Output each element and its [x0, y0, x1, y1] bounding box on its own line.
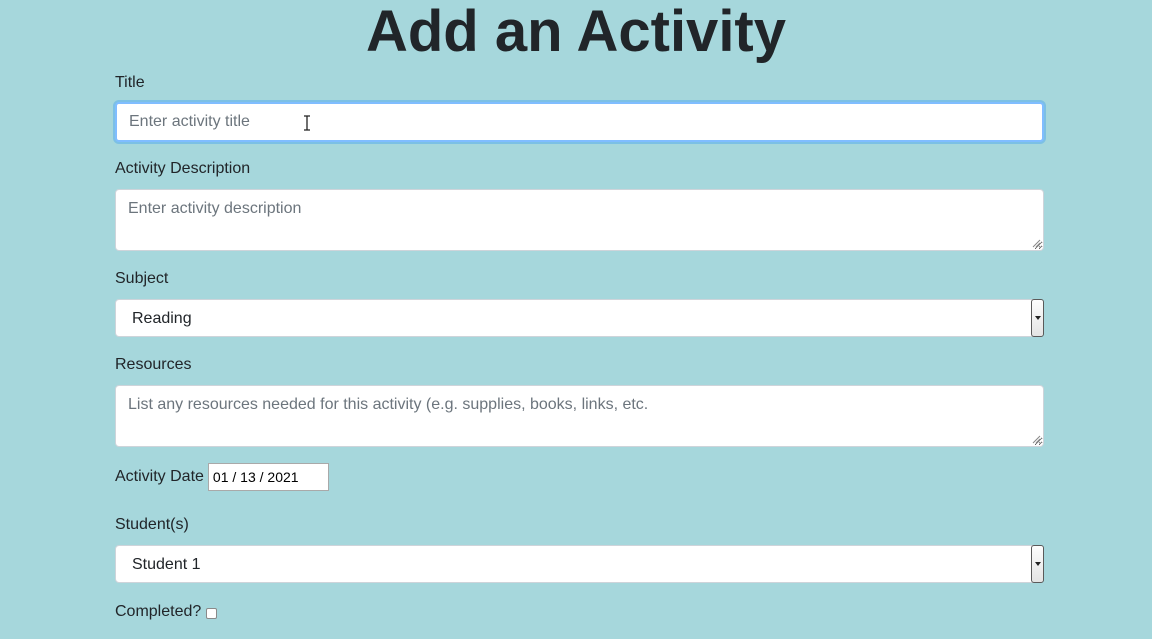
resources-label: Resources: [115, 356, 192, 373]
description-label: Activity Description: [115, 160, 251, 177]
description-textarea[interactable]: [115, 189, 1044, 251]
activity-date-input[interactable]: 01 / 13 / 2021: [207, 463, 329, 491]
students-selected-value: Student 1: [132, 556, 201, 573]
subject-dropdown-button[interactable]: [1031, 299, 1044, 337]
subject-selected-value: Reading: [132, 310, 192, 327]
resources-textarea[interactable]: [115, 385, 1044, 447]
students-label: Student(s): [115, 516, 189, 533]
text-cursor-icon: [304, 115, 310, 131]
title-label: Title: [115, 74, 145, 91]
subject-label: Subject: [115, 270, 169, 287]
completed-label: Completed?: [115, 603, 202, 620]
add-activity-page: Add an Activity Title Activity Descripti…: [0, 0, 1152, 639]
title-input[interactable]: [115, 102, 1044, 142]
students-dropdown-button[interactable]: [1031, 545, 1044, 583]
students-select[interactable]: Student 1: [115, 545, 1044, 583]
completed-checkbox[interactable]: [206, 607, 218, 619]
chevron-down-icon: [1035, 316, 1041, 320]
completed-row: Completed?: [115, 601, 218, 623]
subject-select[interactable]: Reading: [115, 299, 1044, 337]
activity-date-label: Activity Date: [115, 468, 204, 485]
resize-grip-icon[interactable]: [1031, 434, 1041, 444]
chevron-down-icon: [1035, 562, 1041, 566]
page-title: Add an Activity: [365, 0, 787, 64]
activity-date-row: Activity Date 01 / 13 / 2021: [115, 463, 329, 491]
resize-grip-icon[interactable]: [1031, 238, 1041, 248]
